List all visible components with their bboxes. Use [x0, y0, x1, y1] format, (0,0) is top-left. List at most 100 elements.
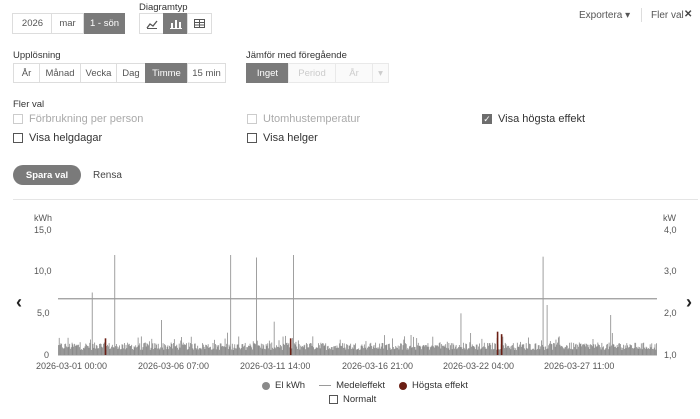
data-bar [510, 349, 512, 355]
data-bar [284, 344, 286, 355]
data-bar [426, 346, 428, 355]
data-bar [253, 343, 255, 355]
data-bar [648, 348, 650, 355]
data-bar [542, 256, 544, 355]
data-bar [107, 344, 108, 355]
data-bar [231, 349, 232, 355]
data-bar [95, 348, 96, 355]
data-bar [506, 347, 508, 355]
data-bar [90, 339, 92, 355]
data-bar [262, 343, 264, 355]
data-bar [99, 343, 101, 355]
data-bar [251, 347, 253, 355]
data-bar [109, 349, 111, 355]
legend-el-kwh[interactable]: El kWh [275, 380, 305, 391]
data-bar [61, 343, 63, 355]
data-bar [446, 347, 447, 355]
data-bar [499, 349, 501, 355]
data-bar [582, 344, 584, 355]
data-bar [378, 348, 380, 355]
data-bar [227, 332, 228, 355]
legend: El kWh Medeleffekt Högsta effekt [262, 380, 468, 391]
data-bar [244, 342, 246, 355]
data-bar [612, 343, 614, 355]
data-bar [103, 343, 104, 355]
data-bar [453, 344, 455, 355]
data-bar [348, 345, 350, 355]
data-bar [96, 345, 98, 355]
data-bar [357, 349, 359, 355]
data-bar [644, 347, 645, 355]
legend-mean[interactable]: Medeleffekt [336, 380, 385, 391]
data-bar [454, 346, 456, 355]
data-bar [403, 339, 405, 355]
data-bar [350, 343, 352, 355]
data-bar [84, 346, 86, 355]
data-bar [142, 347, 144, 355]
peak-bar [500, 334, 503, 355]
data-bar [364, 347, 366, 355]
data-bar [247, 347, 249, 355]
data-bar [537, 345, 539, 355]
data-bar [624, 345, 626, 355]
data-bar [516, 342, 518, 355]
data-bar [148, 345, 149, 355]
data-bar [293, 343, 295, 355]
data-bar [603, 346, 604, 355]
data-bar [379, 343, 381, 355]
data-bar [365, 341, 367, 355]
data-bar [402, 345, 404, 355]
data-bar [562, 346, 563, 355]
data-bar [356, 349, 358, 355]
data-bar [616, 344, 618, 355]
data-bar [80, 349, 82, 355]
data-bar [579, 344, 581, 355]
data-bar [165, 345, 166, 355]
data-bar [216, 345, 218, 355]
data-bar [312, 336, 314, 355]
data-bar [74, 345, 76, 355]
data-bar [619, 343, 620, 355]
data-bar [547, 348, 549, 355]
data-bar [409, 346, 410, 355]
data-bar [325, 343, 327, 355]
data-bar [239, 349, 241, 355]
data-bar [434, 344, 436, 355]
x-tick: 2026-03-22 04:00 [443, 361, 515, 371]
data-bar [131, 344, 133, 355]
legend-peak[interactable]: Högsta effekt [412, 380, 468, 391]
data-bar [618, 343, 620, 355]
data-bar [508, 348, 510, 355]
data-bar [599, 347, 601, 355]
data-bar [161, 347, 163, 355]
legend-normal-checkbox[interactable]: Normalt [329, 394, 376, 405]
data-bar [303, 345, 305, 355]
data-bar [137, 337, 139, 355]
data-bar [513, 347, 515, 355]
data-bar [129, 346, 131, 355]
data-bar [447, 348, 449, 355]
data-bar [503, 345, 505, 355]
data-bar [387, 349, 389, 355]
data-bar [208, 347, 210, 355]
data-bar [171, 344, 173, 355]
data-bar [224, 338, 226, 355]
data-bar [342, 343, 344, 355]
data-bar [610, 315, 612, 355]
data-bar [70, 348, 71, 355]
data-bar [385, 345, 387, 355]
data-bar [375, 342, 377, 355]
data-bar [190, 343, 191, 355]
data-bar [258, 345, 260, 355]
data-bar [568, 347, 570, 355]
data-bar [277, 346, 279, 355]
data-bar [352, 348, 354, 355]
data-bar [431, 345, 433, 355]
data-bar [246, 347, 248, 355]
data-bar [464, 349, 466, 355]
data-bar [482, 347, 484, 355]
data-bar [489, 343, 491, 355]
data-bar [179, 347, 181, 355]
data-bar [174, 346, 176, 355]
data-bar [346, 344, 348, 355]
